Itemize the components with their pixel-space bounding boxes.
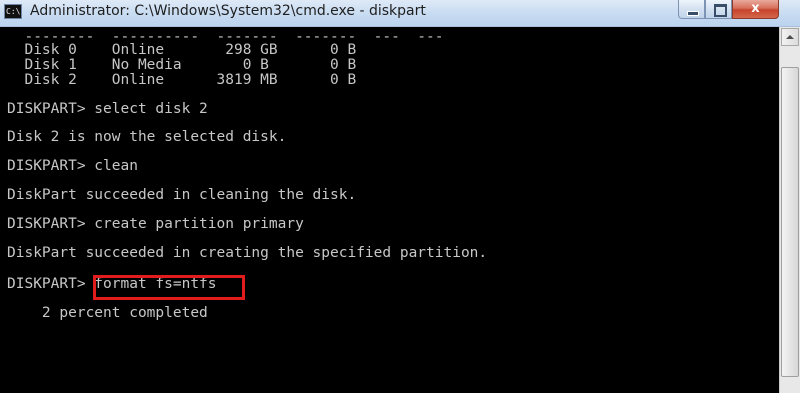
cmd-app-icon[interactable]: C:\ <box>4 4 22 19</box>
close-button[interactable]: x <box>732 0 779 19</box>
title-bar[interactable]: C:\ Administrator: C:\Windows\System32\c… <box>0 0 800 27</box>
disk-row-0: Disk 0 Online 298 GB 0 B <box>7 42 357 58</box>
command-line: DISKPART> create partition primary <box>7 216 304 232</box>
vertical-scrollbar[interactable] <box>779 27 800 393</box>
disk-row-2: Disk 2 Online 3819 MB 0 B <box>7 72 357 88</box>
maximize-icon <box>714 4 727 17</box>
scroll-thumb[interactable] <box>781 67 799 377</box>
command-line: DISKPART> clean <box>7 158 138 174</box>
command-line: DISKPART> select disk 2 <box>7 101 208 117</box>
cmd-window: C:\ Administrator: C:\Windows\System32\c… <box>0 0 800 393</box>
output-line: DiskPart succeeded in creating the speci… <box>7 245 488 261</box>
minimize-icon <box>687 11 699 16</box>
disk-row-1: Disk 1 No Media 0 B 0 B <box>7 57 357 73</box>
progress-line: 2 percent completed <box>7 305 208 321</box>
output-line: DiskPart succeeded in cleaning the disk. <box>7 187 357 203</box>
output-line: Disk 2 is now the selected disk. <box>7 129 287 145</box>
minimize-button[interactable] <box>678 0 705 19</box>
close-icon: x <box>751 1 760 16</box>
console-output[interactable]: -------- ---------- ------- ------- --- … <box>0 27 779 393</box>
scroll-up-icon[interactable] <box>781 28 799 46</box>
window-title: Administrator: C:\Windows\System32\cmd.e… <box>30 3 426 19</box>
highlight-box <box>93 275 245 300</box>
maximize-button[interactable] <box>705 0 732 19</box>
